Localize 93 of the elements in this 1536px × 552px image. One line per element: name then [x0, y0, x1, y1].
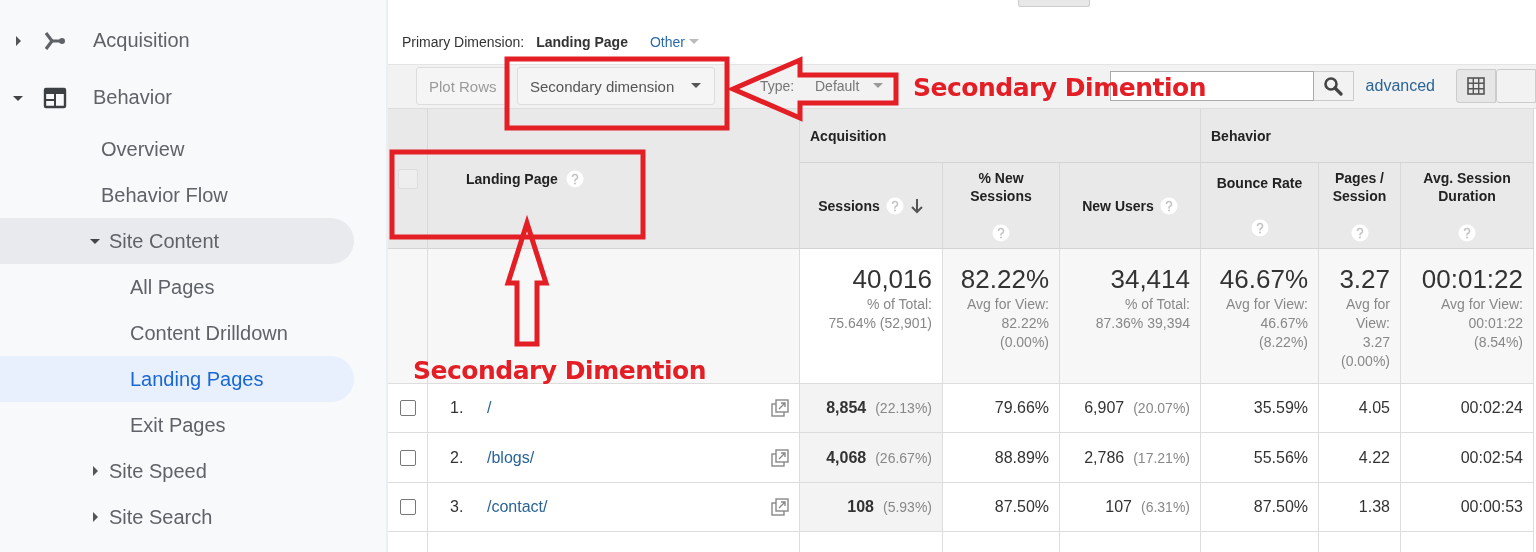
total-value: 34,414: [1110, 263, 1190, 295]
sort-type-dropdown[interactable]: Default: [802, 67, 897, 106]
total-value: 82.22%: [960, 263, 1049, 295]
table-view-button[interactable]: [1456, 69, 1496, 104]
nav-item[interactable]: All Pages: [0, 264, 354, 310]
total-value: 40,016: [852, 263, 932, 295]
table-cell: 4.22: [1358, 448, 1390, 467]
help-icon[interactable]: [1458, 223, 1476, 242]
page-link[interactable]: /blogs/: [487, 448, 535, 467]
total-note: Avg for View: 46.67% (8.22%): [1226, 295, 1308, 352]
table-cell: 4.05: [1358, 399, 1390, 417]
column-header[interactable]: Sessions: [800, 163, 943, 249]
table-cell: 79.66%: [994, 399, 1049, 417]
table-cell: 4,068: [826, 448, 867, 467]
caret-icon: [690, 82, 702, 91]
nav-item[interactable]: Acquisition: [0, 12, 354, 69]
total-value: 3.27: [1339, 263, 1390, 295]
annotation-text: Secondary Dimention: [913, 73, 1206, 102]
search-icon: [1323, 76, 1344, 97]
total-note: Avg for View: 00:01:22 (8.54%): [1441, 295, 1523, 352]
row-number: 1.: [450, 399, 465, 417]
nav-item[interactable]: Behavior Flow: [0, 172, 354, 218]
table-cell: 87.50%: [994, 498, 1049, 516]
column-header[interactable]: Avg. Session Duration: [1401, 163, 1534, 249]
table-cell: (5.93%): [882, 499, 932, 515]
window-icon: [43, 85, 67, 110]
nav-item[interactable]: Site Search: [0, 494, 354, 540]
help-icon[interactable]: [1250, 219, 1269, 238]
column-header[interactable]: Landing Page: [428, 109, 800, 249]
table-cell: 108: [847, 498, 874, 516]
column-header[interactable]: Pages / Session: [1319, 163, 1401, 249]
help-icon[interactable]: [885, 196, 904, 215]
secondary-dimension-dropdown[interactable]: Secondary dimension: [517, 67, 715, 106]
table-cell: 1.38: [1358, 498, 1390, 516]
table-cell: (26.67%): [875, 449, 932, 466]
table-cell: (17.21%): [1133, 449, 1190, 466]
caret-icon: [687, 38, 700, 47]
table-cell: (22.13%): [875, 400, 932, 416]
table-cell: 107: [1105, 498, 1132, 516]
sort-arrow-icon[interactable]: [909, 197, 924, 214]
table-cell: 88.89%: [994, 448, 1049, 467]
row-number: 2.: [450, 448, 465, 467]
page-link[interactable]: /: [487, 399, 492, 417]
advanced-link[interactable]: advanced: [1365, 77, 1435, 96]
nav-item[interactable]: Site Content: [0, 218, 354, 264]
caret-icon: [872, 82, 884, 91]
table-cell: 35.59%: [1253, 399, 1308, 417]
page-link[interactable]: /contact/: [487, 498, 548, 516]
primary-dimension-label: Primary Dimension:: [402, 34, 525, 51]
table-cell: 6,907: [1084, 399, 1125, 417]
column-header[interactable]: % New Sessions: [943, 163, 1060, 249]
nav-item[interactable]: Content Drilldown: [0, 310, 354, 356]
nav-item[interactable]: Landing Pages: [0, 356, 354, 402]
total-value: 46.67%: [1219, 263, 1308, 295]
total-note: Avg for View: 82.22% (0.00%): [967, 295, 1049, 352]
open-page-icon[interactable]: [771, 399, 789, 417]
search-button[interactable]: [1313, 71, 1354, 102]
checkbox[interactable]: [399, 400, 416, 416]
column-group-header: Behavior: [1201, 109, 1534, 163]
nav-item[interactable]: Behavior: [0, 69, 354, 126]
table-cell: 00:02:54: [1460, 448, 1523, 467]
total-note: Avg for View: 3.27 (0.00%): [1340, 295, 1390, 371]
help-icon[interactable]: [1159, 196, 1178, 215]
row-number: 3.: [450, 498, 465, 516]
table-cell: 55.56%: [1253, 448, 1308, 467]
nav-item[interactable]: Exit Pages: [0, 402, 354, 448]
column-header[interactable]: New Users: [1060, 163, 1201, 249]
help-icon[interactable]: [992, 223, 1010, 242]
open-page-icon[interactable]: [771, 498, 789, 516]
open-page-icon[interactable]: [771, 448, 789, 467]
help-icon[interactable]: [565, 169, 584, 188]
nav-item[interactable]: Overview: [0, 126, 354, 172]
total-note: % of Total: 87.36% 39,394: [1095, 295, 1190, 333]
table-cell: 2,786: [1084, 448, 1125, 467]
checkbox[interactable]: [399, 499, 416, 515]
column-group-header: Acquisition: [800, 109, 1201, 163]
table-cell: (20.07%): [1133, 400, 1190, 416]
checkbox[interactable]: [399, 449, 416, 466]
annotation-text: Secondary Dimention: [413, 356, 706, 385]
table-cell: 00:00:53: [1460, 498, 1523, 516]
table-cell: 87.50%: [1253, 498, 1308, 516]
other-dropdown[interactable]: Other: [649, 34, 700, 51]
table-cell: 00:02:24: [1460, 399, 1523, 417]
total-note: % of Total: 75.64% (52,901): [828, 295, 932, 333]
total-value: 00:01:22: [1421, 263, 1523, 295]
sort-type-label: Type:: [760, 78, 796, 95]
help-icon[interactable]: [1350, 223, 1369, 242]
dimension-tab[interactable]: Landing Page: [536, 34, 628, 51]
column-header[interactable]: Bounce Rate: [1201, 163, 1319, 249]
table-cell: (6.31%): [1140, 499, 1190, 515]
nav-item[interactable]: Site Speed: [0, 448, 354, 494]
grid-icon: [1467, 77, 1485, 96]
table-cell: 8,854: [826, 399, 867, 417]
